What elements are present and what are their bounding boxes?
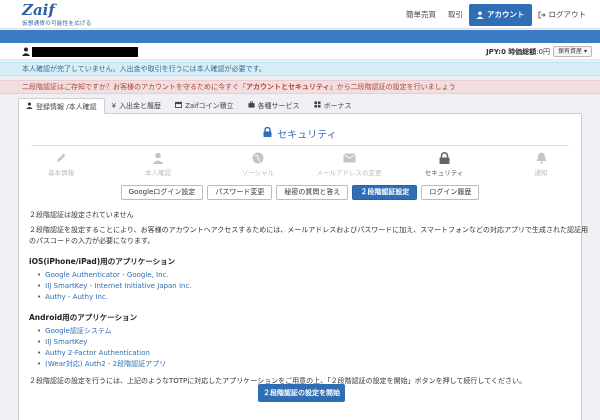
step-basic-info-label: 基本情報 xyxy=(48,169,74,177)
header-band xyxy=(0,30,600,43)
nav-easy-trade[interactable]: 簡単売買 xyxy=(400,4,442,26)
android-app-link[interactable]: Google認証システム xyxy=(37,327,111,336)
ios-app-link[interactable]: IIJ SmartKey - Internet Initiative Japan… xyxy=(37,282,191,291)
nav-links: 簡単売買 取引 アカウント ログアウト xyxy=(400,4,592,26)
section-divider xyxy=(31,145,569,146)
section-title: セキュリティ xyxy=(19,126,581,141)
step-email-change-label: メールアドレスの変更 xyxy=(316,169,382,177)
person-icon xyxy=(118,151,198,164)
nav-easy-trade-label: 簡単売買 xyxy=(406,10,436,19)
android-app-link[interactable]: Authy 2-Factor Authentication xyxy=(37,349,150,358)
caret-down-icon: ▾ xyxy=(583,48,587,55)
logo[interactable]: Zaif 仮想通貨の可能性を広げる xyxy=(22,1,92,28)
nav-trade[interactable]: 取引 xyxy=(442,4,469,26)
bell-icon xyxy=(501,151,581,164)
subtab-two-factor[interactable]: ２段階認証設定 xyxy=(352,185,418,200)
tab-bonus-label: ボーナス xyxy=(323,102,352,110)
two-factor-description-2: のパスコードの入力が必要になります。 xyxy=(29,237,155,245)
two-factor-alert-pre: 二段階認証はご存知ですか？お客様のアカウントを守るために今すぐ「 xyxy=(22,83,246,91)
ios-app-link[interactable]: Google Authenticator - Google, Inc. xyxy=(37,271,168,280)
step-social[interactable]: ソーシャル xyxy=(218,151,298,177)
briefcase-icon xyxy=(248,98,255,114)
user-icon xyxy=(26,99,33,115)
user-bar: JPY:0 時価総額:0円 保有資産 ▾ xyxy=(0,43,600,60)
pencil-icon xyxy=(21,151,101,164)
tab-services-label: 各種サービス xyxy=(257,102,300,110)
user-icon xyxy=(476,11,484,19)
market-value: :0円 xyxy=(536,48,550,56)
two-factor-status: ２段階認証は設定されていません xyxy=(29,211,134,219)
subtab-google-login[interactable]: Googleログイン設定 xyxy=(120,185,204,200)
grid-icon xyxy=(314,98,321,114)
assets-dropdown[interactable]: 保有資産 ▾ xyxy=(553,46,592,57)
security-panel: セキュリティ 基本情報 本人確認 ソーシャル メールアドレスの変更 セキュリティ… xyxy=(18,114,588,420)
tab-services[interactable]: 各種サービス xyxy=(241,98,307,114)
nav-account[interactable]: アカウント xyxy=(469,4,532,26)
security-subtabs: Googleログイン設定 パスワード変更 秘密の質問と答え ２段階認証設定 ログ… xyxy=(19,185,581,200)
android-app-link[interactable]: (Wear対応) Auth2 - 2段階認証アプリ xyxy=(37,360,166,369)
yen-icon: ¥ xyxy=(111,102,117,110)
nav-logout-label: ログアウト xyxy=(548,10,587,19)
nav-account-label: アカウント xyxy=(487,10,525,19)
globe-icon xyxy=(218,151,298,164)
logout-icon xyxy=(538,11,546,19)
balance-summary: JPY:0 時価総額:0円 xyxy=(486,47,550,57)
nav-logout[interactable]: ログアウト xyxy=(532,4,593,26)
tab-zaif-coin[interactable]: Zaifコイン積立 xyxy=(168,98,241,114)
two-factor-description-1: ２段階認証を設定することにより、お客様のアカウントへアクセスするためには、メール… xyxy=(29,226,589,234)
market-value-label: 時価総額 xyxy=(508,48,537,56)
user-icon xyxy=(22,47,30,58)
username-redacted xyxy=(32,47,138,57)
step-email-change[interactable]: メールアドレスの変更 xyxy=(309,151,389,177)
subtab-secret-question[interactable]: 秘密の質問と答え xyxy=(276,185,349,200)
ios-apps-heading: iOS(iPhone/iPad)用のアプリケーション xyxy=(29,257,176,266)
step-identity-label: 本人確認 xyxy=(145,169,171,177)
logo-text: Zaif xyxy=(22,1,55,19)
tab-zaif-coin-label: Zaifコイン積立 xyxy=(185,102,234,110)
settings-steps: 基本情報 本人確認 ソーシャル メールアドレスの変更 セキュリティ 通知 xyxy=(19,151,581,181)
tab-deposit-history[interactable]: ¥ 入出金と履歴 xyxy=(105,98,168,114)
calendar-icon xyxy=(175,98,183,114)
step-identity[interactable]: 本人確認 xyxy=(118,151,198,177)
identity-alert: 本人確認が完了していません。入出金や取引を行うには本人確認が必要です。 xyxy=(0,62,600,76)
step-notification-label: 通知 xyxy=(534,169,548,177)
android-apps-heading: Android用のアプリケーション xyxy=(29,313,138,322)
nav-trade-label: 取引 xyxy=(448,10,463,19)
tab-registration[interactable]: 登録情報 /本人確認 xyxy=(18,98,105,115)
step-notification[interactable]: 通知 xyxy=(501,151,581,177)
step-security-label: セキュリティ xyxy=(424,169,464,177)
subtab-password-change[interactable]: パスワード変更 xyxy=(207,185,273,200)
account-security-link-text: アカウントとセキュリティ xyxy=(246,83,330,91)
tab-bonus[interactable]: ボーナス xyxy=(307,98,359,114)
step-social-label: ソーシャル xyxy=(241,169,275,177)
account-tabs: 登録情報 /本人確認 ¥ 入出金と履歴 Zaifコイン積立 各種サービス ボーナ… xyxy=(18,98,582,115)
tab-deposit-history-label: 入出金と履歴 xyxy=(119,102,162,110)
lock-icon xyxy=(404,151,484,164)
step-basic-info[interactable]: 基本情報 xyxy=(21,151,101,177)
tab-registration-label: 登録情報 /本人確認 xyxy=(36,102,97,111)
logo-tagline: 仮想通貨の可能性を広げる xyxy=(22,21,92,27)
lock-icon xyxy=(263,126,272,140)
android-app-link[interactable]: IIJ SmartKey xyxy=(37,338,87,347)
section-title-text: セキュリティ xyxy=(277,130,337,141)
envelope-icon xyxy=(309,151,389,164)
step-security[interactable]: セキュリティ xyxy=(404,151,484,177)
two-factor-alert: 二段階認証はご存知ですか？お客様のアカウントを守るために今すぐ「アカウントとセキ… xyxy=(0,80,600,94)
jpy-balance: JPY:0 xyxy=(486,48,506,56)
subtab-login-history[interactable]: ログイン履歴 xyxy=(421,185,480,200)
assets-dropdown-label: 保有資産 xyxy=(558,48,583,55)
top-navbar: Zaif 仮想通貨の可能性を広げる 簡単売買 取引 アカウント ログアウト xyxy=(0,0,600,29)
ios-app-link[interactable]: Authy - Authy Inc. xyxy=(37,293,108,302)
two-factor-alert-post: 」から二段階認証の設定を行いましょう xyxy=(329,83,456,91)
start-two-factor-button[interactable]: ２段階認証の設定を開始 xyxy=(258,384,345,402)
